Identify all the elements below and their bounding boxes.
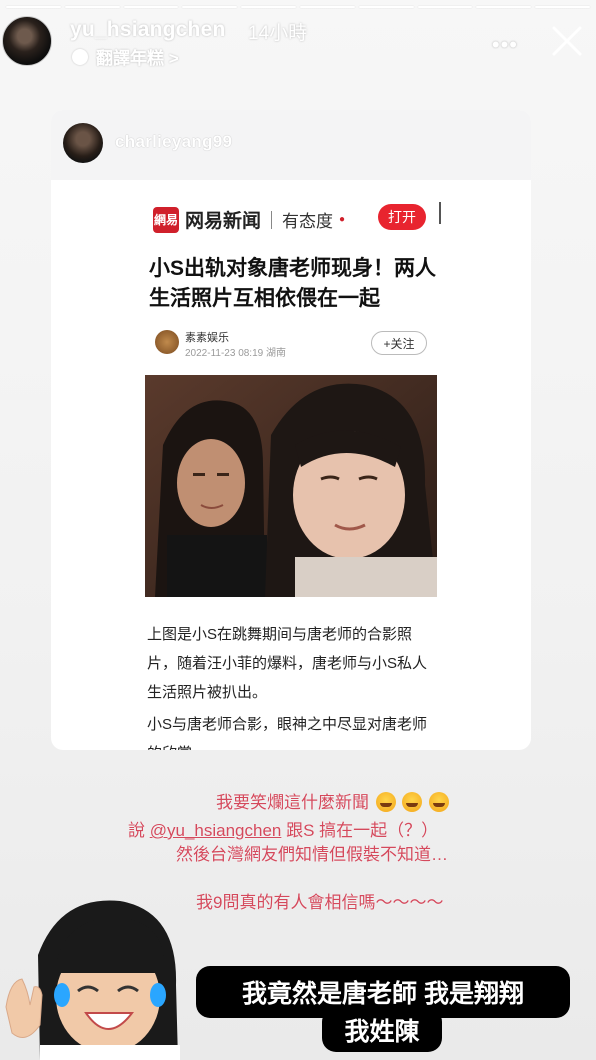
audio-icon <box>72 48 88 65</box>
article-headline: 小S出轨对象唐老师现身！两人生活照片互相依偎在一起 <box>149 257 437 310</box>
divider <box>271 210 273 229</box>
story-text-line: 我要笑爛這什麼新聞 <box>216 788 450 813</box>
comment-text: 跟S 搞在一起（？） <box>281 821 439 840</box>
comment-text: 說 <box>128 821 150 840</box>
article-photo <box>145 375 437 597</box>
story-time: 14小時 <box>248 23 308 44</box>
avatar[interactable] <box>63 123 103 163</box>
story-text-line: 說 @yu_hsiangchen 跟S 搞在一起（？） <box>128 816 438 841</box>
caption-line: 我姓陳 <box>322 1008 442 1052</box>
story-progress-bar <box>6 6 590 8</box>
story-header: yu_hsiangchen 14小時 翻譯年糕 > ••• <box>0 14 596 70</box>
audio-attribution[interactable]: 翻譯年糕 > <box>72 44 179 69</box>
brand-dot-icon: ● <box>339 214 346 225</box>
story-username[interactable]: yu_hsiangchen <box>70 18 225 42</box>
shared-post-header: charlieyang99 <box>51 110 531 180</box>
progress-segment <box>64 6 120 8</box>
progress-segment <box>476 6 532 8</box>
progress-segment <box>6 6 61 8</box>
memoji-sticker[interactable] <box>0 895 190 1060</box>
avatar[interactable] <box>2 16 52 66</box>
author-meta: 2022-11-23 08:19 湖南 <box>185 348 286 359</box>
laughing-emoji-icon <box>402 792 423 812</box>
mention-link[interactable]: @yu_hsiangchen <box>150 821 282 840</box>
progress-segment <box>417 6 473 8</box>
news-app-brand: 網易 网易新闻 有态度 ● <box>153 206 345 233</box>
story-text-line: 我9問真的有人會相信嗎～～～～ <box>196 893 444 912</box>
progress-segment <box>358 6 414 8</box>
scroll-indicator <box>439 202 441 224</box>
progress-segment <box>182 6 238 8</box>
laughing-emoji-icon <box>429 792 450 812</box>
article-paragraph: 上图是小S在跳舞期间与唐老师的合影照片，随着汪小菲的爆料，唐老师与小S私人生活照… <box>147 626 428 701</box>
follow-button[interactable]: +关注 <box>371 331 427 355</box>
shared-post-card[interactable]: charlieyang99 網易 网易新闻 有态度 ● 打开 小S出轨对象唐老师… <box>51 110 531 750</box>
progress-segment <box>241 6 296 8</box>
laughing-emoji-icon <box>375 792 396 812</box>
shared-post-username[interactable]: charlieyang99 <box>115 132 232 152</box>
close-icon[interactable] <box>550 24 584 58</box>
news-slogan: 有态度 <box>282 212 334 231</box>
audio-label: 翻譯年糕 > <box>96 49 179 68</box>
comment-text: 我要笑爛這什麼新聞 <box>216 793 369 812</box>
author-avatar[interactable] <box>155 330 179 354</box>
progress-segment <box>123 6 179 8</box>
story-text-line: 然後台灣網友們知情但假裝不知道… <box>176 845 448 864</box>
more-horizontal-icon[interactable]: ••• <box>492 32 518 58</box>
article-paragraph: 小S与唐老师合影，眼神之中尽显对唐老师的欣赏。 <box>147 716 428 750</box>
netease-logo-icon: 網易 <box>153 206 179 233</box>
progress-segment <box>535 6 590 8</box>
open-app-button[interactable]: 打开 <box>378 204 426 230</box>
progress-segment <box>299 6 355 8</box>
author-name[interactable]: 素素娱乐 <box>185 329 229 345</box>
news-brand-name: 网易新闻 <box>185 211 262 232</box>
